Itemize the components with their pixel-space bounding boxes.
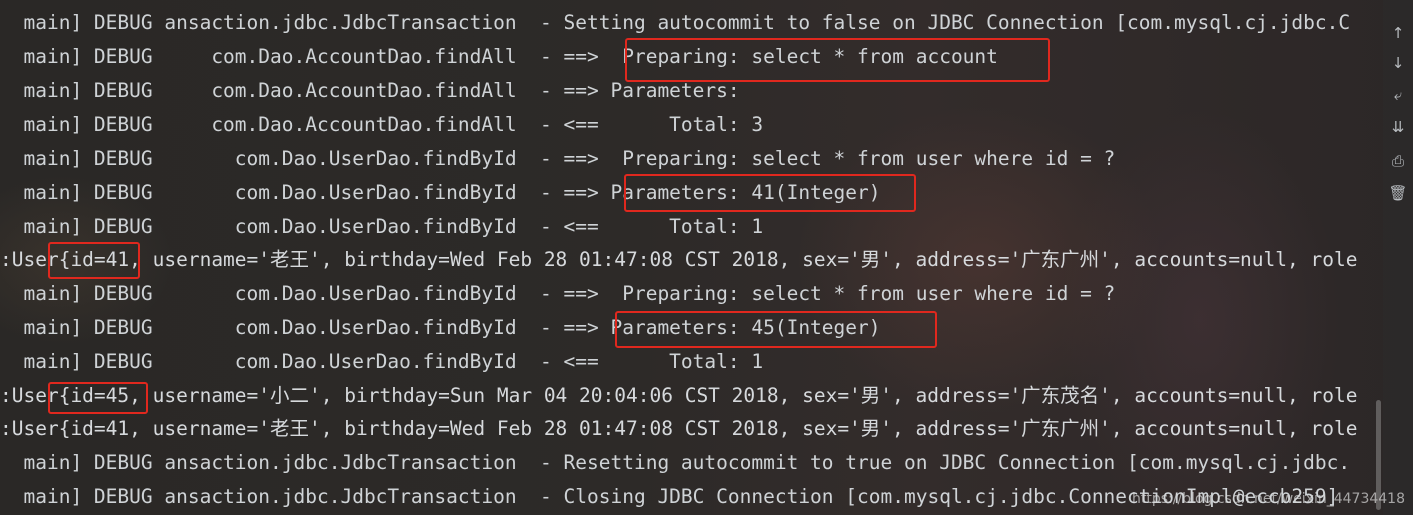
- log-line: main] DEBUG com.Dao.UserDao.findById - =…: [0, 282, 1116, 305]
- scroll-to-end-icon[interactable]: ⇊: [1387, 116, 1409, 138]
- log-line-user-object: :User{id=45, username='小二', birthday=Sun…: [0, 384, 1358, 407]
- trash-icon[interactable]: 🗑: [1387, 182, 1409, 204]
- console-side-toolbar: ↑ ↓ ⤶ ⇊ ⎙ 🗑: [1383, 0, 1413, 515]
- log-line: main] DEBUG com.Dao.UserDao.findById - =…: [0, 316, 881, 339]
- arrow-up-icon[interactable]: ↑: [1387, 22, 1409, 44]
- print-icon[interactable]: ⎙: [1387, 150, 1409, 172]
- log-line: main] DEBUG com.Dao.AccountDao.findAll -…: [0, 113, 764, 136]
- log-line: main] DEBUG com.Dao.UserDao.findById - <…: [0, 350, 764, 373]
- watermark-url: https://blog.csdn.net/weixin_44734418: [1131, 491, 1405, 507]
- arrow-down-icon[interactable]: ↓: [1387, 52, 1409, 74]
- log-line-user-object: :User{id=41, username='老王', birthday=Wed…: [0, 248, 1358, 271]
- log-line: main] DEBUG com.Dao.UserDao.findById - =…: [0, 181, 881, 204]
- log-line: main] DEBUG com.Dao.UserDao.findById - <…: [0, 215, 764, 238]
- log-line-user-object: :User{id=41, username='老王', birthday=Wed…: [0, 417, 1358, 440]
- soft-wrap-icon[interactable]: ⤶: [1387, 84, 1409, 106]
- run-console: main] DEBUG ansaction.jdbc.JdbcTransacti…: [0, 0, 1413, 515]
- log-line: main] DEBUG ansaction.jdbc.JdbcTransacti…: [0, 451, 1351, 474]
- log-line: main] DEBUG ansaction.jdbc.JdbcTransacti…: [0, 11, 1351, 34]
- log-line: main] DEBUG com.Dao.AccountDao.findAll -…: [0, 79, 752, 102]
- log-line: main] DEBUG com.Dao.AccountDao.findAll -…: [0, 45, 998, 68]
- console-log-output[interactable]: main] DEBUG ansaction.jdbc.JdbcTransacti…: [0, 6, 1382, 515]
- log-line: main] DEBUG com.Dao.UserDao.findById - =…: [0, 147, 1116, 170]
